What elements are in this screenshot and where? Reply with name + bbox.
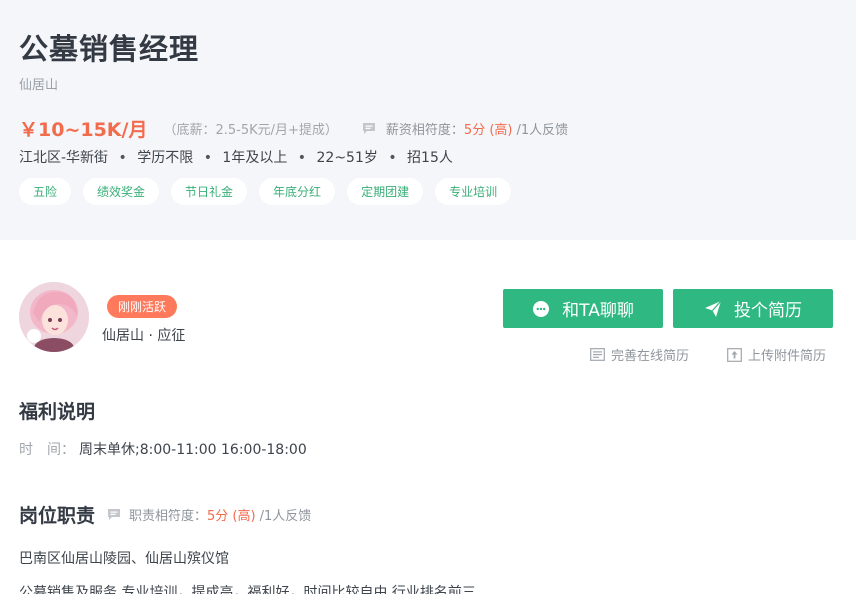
duty-description-line: 公墓销售及服务,专业培训，提成高，福利好，时间比较自由,行业排名前三 — [19, 585, 476, 594]
benefit-tag: 五险 — [19, 178, 72, 205]
benefit-tags: 五险 绩效奖金 节日礼金 年底分红 定期团建 专业培训 — [19, 178, 512, 205]
job-title: 公墓销售经理 — [19, 32, 200, 66]
active-status-badge: 刚刚活跃 — [107, 295, 178, 318]
work-time-label: 时 间： — [19, 442, 75, 458]
benefit-tag: 节日礼金 — [171, 178, 248, 205]
chat-bubble-icon — [533, 300, 550, 317]
send-icon — [705, 300, 722, 317]
benefit-tag: 定期团建 — [347, 178, 424, 205]
resume-doc-icon — [590, 348, 605, 361]
chat-button[interactable]: 和TA聊聊 — [503, 289, 663, 328]
job-education: 学历不限 — [137, 150, 194, 166]
salary-row: ￥10~15K/月 （底薪：2.5-5K元/月+提成） 薪资相符度： 5分 (高… — [19, 115, 568, 141]
job-headcount: 招15人 — [407, 150, 453, 166]
duty-match-label: 职责相符度： — [129, 508, 208, 524]
benefit-tag: 专业培训 — [435, 178, 512, 205]
duty-match-feedback[interactable]: /1人反馈 — [260, 505, 312, 524]
job-age: 22~51岁 — [316, 150, 378, 166]
benefit-tag: 绩效奖金 — [83, 178, 160, 205]
duties-header: 岗位职责 职责相符度： 5分 (高) /1人反馈 — [19, 500, 311, 528]
benefit-tag: 年底分红 — [259, 178, 336, 205]
welfare-section-title: 福利说明 — [19, 401, 96, 423]
avatar-image — [19, 282, 89, 352]
salary-match-score: 5分 (高) — [463, 122, 513, 138]
duty-match-score: 5分 (高) — [207, 508, 256, 524]
comment-icon — [108, 508, 121, 520]
job-experience: 1年及以上 — [222, 150, 288, 166]
meta-separator: • — [203, 150, 212, 166]
avatar[interactable] — [19, 282, 89, 352]
meta-separator: • — [297, 150, 307, 166]
salary-match-feedback[interactable]: /1人反馈 — [516, 119, 568, 138]
base-salary: （底薪：2.5-5K元/月+提成） — [163, 122, 338, 138]
duty-description-line: 巴南区仙居山陵园、仙居山殡仪馆 — [19, 551, 229, 567]
comment-icon — [362, 122, 375, 134]
company-name[interactable]: 仙居山 — [19, 74, 58, 93]
meta-separator: • — [388, 150, 397, 166]
job-location: 江北区-华新街 — [19, 150, 109, 166]
send-resume-button[interactable]: 投个简历 — [673, 289, 833, 328]
poster-name[interactable]: 仙居山 · 应征 — [102, 325, 185, 345]
work-time-row: 时 间： 周末单休;8:00-11:00 16:00-18:00 — [19, 439, 307, 459]
work-time-value: 周末单休;8:00-11:00 16:00-18:00 — [79, 442, 307, 458]
meta-separator: • — [118, 150, 127, 166]
upload-icon — [727, 347, 742, 362]
upload-resume-label: 上传附件简历 — [748, 349, 827, 364]
chat-button-label: 和TA聊聊 — [562, 301, 634, 321]
send-resume-label: 投个简历 — [734, 301, 802, 321]
job-meta: 江北区-华新街 • 学历不限 • 1年及以上 • 22~51岁 • 招15人 — [19, 147, 453, 167]
online-resume-link[interactable]: 完善在线简历 — [590, 345, 689, 364]
duties-section-title: 岗位职责 — [19, 504, 96, 527]
job-header: 公墓销售经理 仙居山 ￥10~15K/月 （底薪：2.5-5K元/月+提成） 薪… — [0, 0, 856, 240]
salary: ￥10~15K/月 — [19, 118, 148, 141]
salary-match-label: 薪资相符度： — [385, 122, 464, 138]
upload-resume-link[interactable]: 上传附件简历 — [727, 345, 826, 364]
online-resume-label: 完善在线简历 — [611, 349, 690, 364]
